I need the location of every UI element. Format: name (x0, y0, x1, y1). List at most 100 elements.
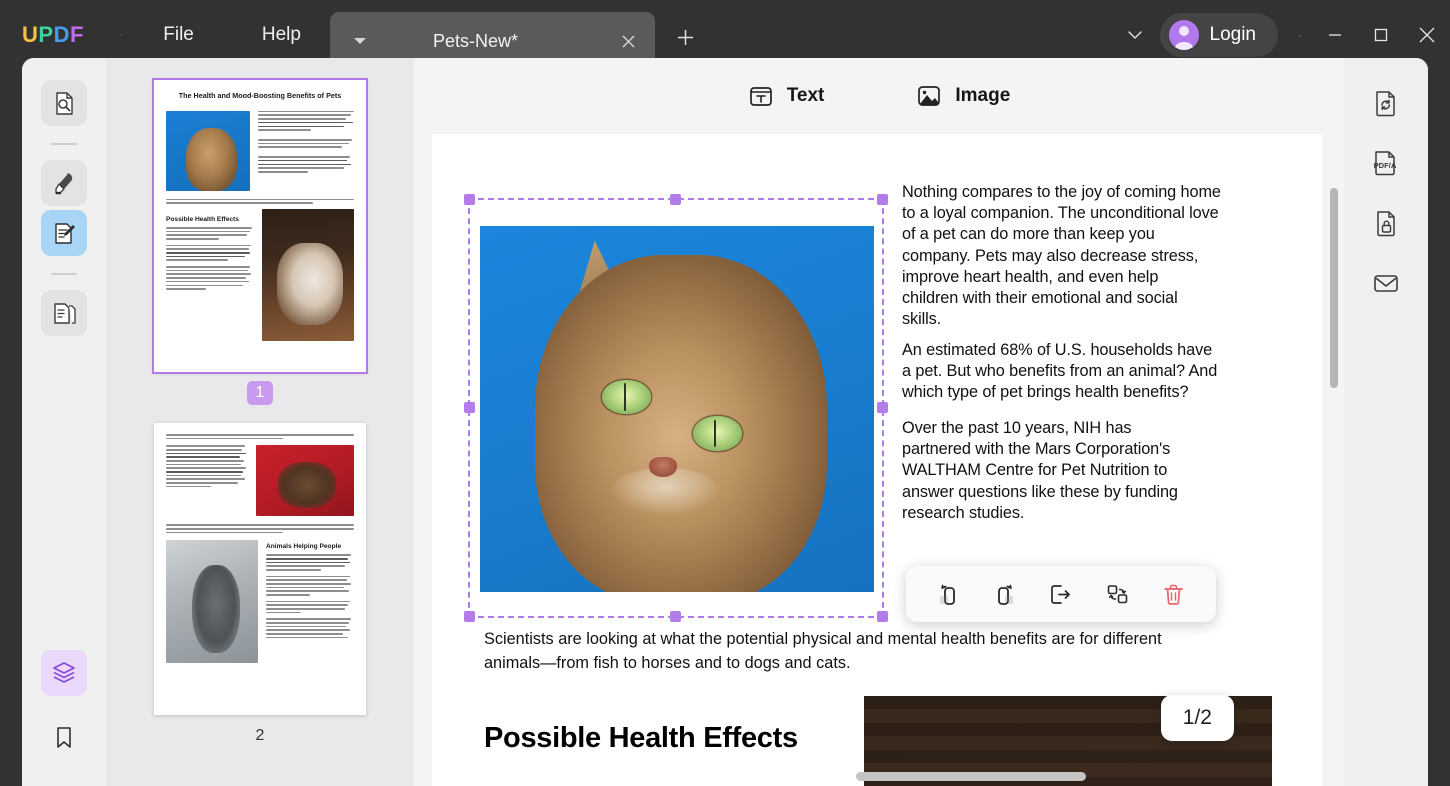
sidebar-item-layers-panel[interactable] (41, 650, 87, 696)
resize-handle-top-center[interactable] (670, 194, 681, 205)
document-search-icon (55, 91, 73, 115)
document-paragraph-2[interactable]: An estimated 68% of U.S. households have… (902, 340, 1262, 404)
p1-line-3: of a pet can do more than keep you (902, 225, 1155, 244)
close-icon (1419, 27, 1435, 43)
thumbnail-page-2[interactable]: Animals Helping People 2 (106, 423, 414, 748)
logo-letter-u: U (22, 22, 39, 47)
left-rail-bottom-group (22, 650, 106, 764)
thumb2-red-image (256, 445, 354, 517)
sidebar-item-convert-pdf[interactable] (1363, 80, 1409, 126)
resize-handle-bottom-left[interactable] (464, 611, 475, 622)
chevron-glyph (1127, 31, 1142, 40)
image-context-toolbar (906, 566, 1216, 622)
separator-dot: · (1297, 26, 1303, 44)
horizontal-scrollbar[interactable] (856, 772, 1086, 781)
close-icon[interactable] (611, 24, 645, 58)
p3-line-4: answer questions like these by funding (902, 482, 1178, 501)
p1-line-5: improve heart health, and even help (902, 267, 1159, 286)
edit-document-icon (54, 222, 75, 244)
swap-replace-icon (1107, 584, 1128, 603)
page-thumbnail-panel[interactable]: The Health and Mood-Boosting Benefits of… (106, 58, 414, 786)
delete-image-button[interactable] (1153, 573, 1195, 615)
convert-refresh-icon (1376, 91, 1395, 117)
thumbnail-card-1[interactable]: The Health and Mood-Boosting Benefits of… (152, 78, 368, 374)
caption-line-2: animals—from fish to horses and to dogs … (484, 653, 851, 672)
login-label: Login (1209, 24, 1257, 45)
replace-image-button[interactable] (1096, 573, 1138, 615)
thumbnail-card-2[interactable]: Animals Helping People (154, 423, 366, 715)
plus-icon (677, 29, 693, 45)
thumb1-cat-image (166, 110, 250, 191)
tab-text-label: Text (786, 85, 825, 106)
thumb1-row2: Possible Health Effects (166, 209, 354, 342)
menu-file[interactable]: File (149, 18, 208, 52)
sidebar-item-protect-pdf[interactable] (1363, 200, 1409, 246)
thumb2-mid-lines (166, 524, 354, 534)
document-heading-possible-health-effects[interactable]: Possible Health Effects (484, 722, 798, 755)
document-paragraph-3[interactable]: Over the past 10 years, NIH has partnere… (902, 418, 1262, 524)
resize-handle-bottom-right[interactable] (877, 611, 888, 622)
highlighter-pen-icon (54, 172, 72, 194)
caret-down-icon[interactable] (354, 38, 366, 44)
chevron-down-icon[interactable] (1118, 18, 1152, 52)
p2-line-2: a pet. But who benefits from an animal? … (902, 362, 1218, 381)
sidebar-item-share-email[interactable] (1363, 260, 1409, 306)
tab-image-label: Image (955, 85, 1011, 106)
thumb2-text-left (166, 445, 248, 516)
app-body: The Health and Mood-Boosting Benefits of… (22, 58, 1428, 786)
new-tab-button[interactable] (668, 20, 702, 54)
thumb2-row1 (166, 445, 354, 517)
resize-handle-top-left[interactable] (464, 194, 475, 205)
p1-line-1: Nothing compares to the joy of coming ho… (902, 183, 1221, 201)
menu-help[interactable]: Help (248, 18, 315, 52)
maximize-icon (1374, 28, 1388, 42)
right-tool-rail: PDF/A (1344, 58, 1428, 786)
resize-handle-middle-right[interactable] (877, 402, 888, 413)
pdf-page-canvas[interactable]: Nothing compares to the joy of coming ho… (432, 134, 1322, 786)
thumbnail-content-1: The Health and Mood-Boosting Benefits of… (154, 80, 366, 352)
vertical-scrollbar[interactable] (1330, 188, 1338, 388)
sidebar-item-search-document[interactable] (41, 80, 87, 126)
rotate-left-icon (939, 584, 955, 605)
image-selection-box[interactable] (464, 194, 888, 622)
sidebar-item-comment-markup[interactable] (41, 160, 87, 206)
p2-line-3: which type of pet brings health benefits… (902, 383, 1189, 402)
tab-text[interactable]: Text (738, 77, 835, 115)
page-organize-icon (53, 302, 76, 324)
document-caption[interactable]: Scientists are looking at what the poten… (484, 628, 1284, 675)
resize-handle-middle-left[interactable] (464, 402, 475, 413)
sidebar-item-pdf-a[interactable]: PDF/A (1363, 140, 1409, 186)
tab-image[interactable]: Image (906, 77, 1020, 115)
bookmark-icon (57, 727, 71, 748)
thumb2-row2: Animals Helping People (166, 540, 354, 664)
thumb1-row1 (166, 110, 354, 191)
p3-line-1: Over the past 10 years, NIH has (902, 419, 1132, 437)
thumb2-col-right: Animals Helping People (266, 540, 354, 663)
page-indicator: 1/2 (1160, 695, 1234, 741)
left-tool-rail (22, 58, 106, 786)
resize-handle-top-right[interactable] (877, 194, 888, 205)
p1-line-6: children with their emotional and social (902, 288, 1178, 307)
thumbnail-page-1[interactable]: The Health and Mood-Boosting Benefits of… (106, 78, 414, 405)
user-avatar-icon (1168, 20, 1199, 50)
envelope-icon (1374, 275, 1398, 292)
document-paragraph-1[interactable]: Nothing compares to the joy of coming ho… (902, 182, 1262, 330)
resize-handle-bottom-center[interactable] (670, 611, 681, 622)
document-lock-icon (1377, 211, 1395, 237)
logo-letter-f: F (69, 22, 84, 47)
login-button[interactable]: Login (1159, 13, 1278, 57)
thumbnail-heading-1: Possible Health Effects (166, 216, 239, 224)
p3-line-5: research studies. (902, 503, 1025, 522)
sidebar-item-organize-pages[interactable] (41, 290, 87, 336)
layers-icon (53, 662, 75, 683)
thumbnail-heading-2: Animals Helping People (266, 543, 342, 551)
rotate-right-button[interactable] (984, 573, 1026, 615)
thumbnail-page-number-2: 2 (255, 727, 265, 744)
pdfa-icon: PDF/A (1374, 151, 1397, 176)
extract-image-button[interactable] (1040, 573, 1082, 615)
thumb1-dog-image (262, 209, 354, 342)
sidebar-item-edit-pdf[interactable] (41, 210, 87, 256)
sidebar-item-bookmarks-panel[interactable] (41, 714, 87, 760)
rotate-left-button[interactable] (927, 573, 969, 615)
p3-line-2: partnered with the Mars Corporation's (902, 440, 1171, 459)
